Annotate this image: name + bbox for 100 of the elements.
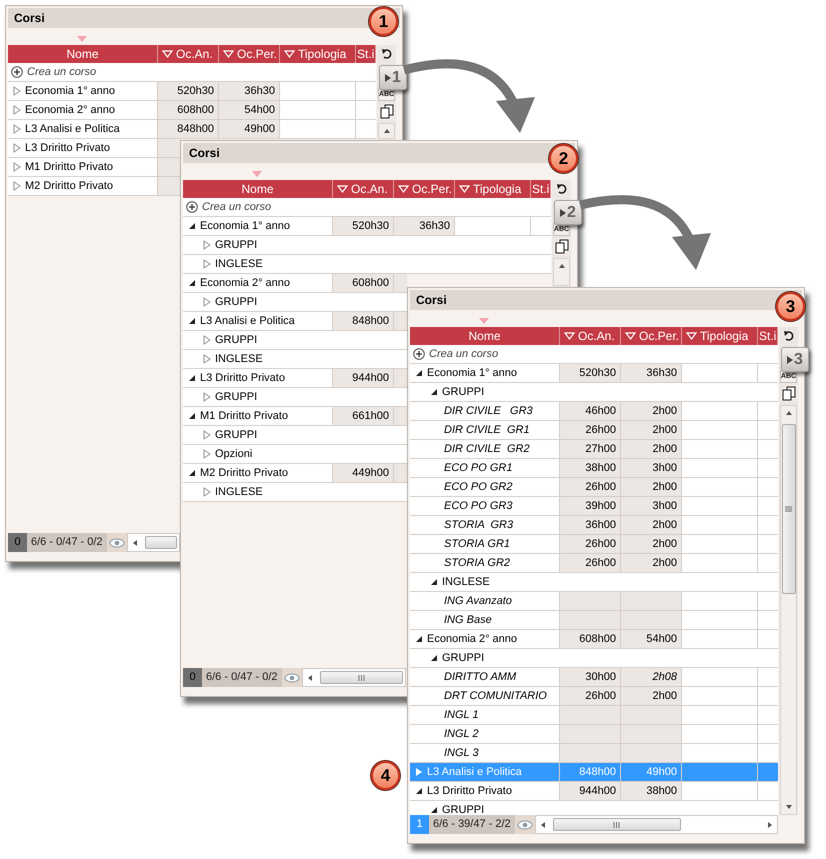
add-icon[interactable]: [186, 201, 198, 213]
collapsed-triangle-icon[interactable]: [203, 297, 211, 307]
expanded-triangle-icon[interactable]: [430, 578, 438, 586]
table-row[interactable]: INGL 3: [410, 744, 778, 763]
column-header[interactable]: St.i: [759, 327, 776, 345]
table-row[interactable]: ING Base: [410, 611, 778, 630]
collapsed-triangle-icon[interactable]: [13, 162, 21, 172]
add-icon[interactable]: [413, 348, 425, 360]
table-row[interactable]: DIRITTO AMM 30h00 2h08: [410, 668, 778, 687]
column-header[interactable]: Tipologia: [298, 45, 346, 63]
create-course-link[interactable]: Crea un corso: [27, 64, 96, 80]
expanded-triangle-icon[interactable]: [430, 388, 438, 396]
table-row[interactable]: INGLESE: [183, 483, 407, 502]
table-row[interactable]: GRUPPI: [183, 388, 407, 407]
table-row[interactable]: Opzioni: [183, 445, 407, 464]
table-row[interactable]: INGLESE: [183, 350, 407, 369]
table-row[interactable]: M2 Driritto Privato: [8, 177, 180, 196]
table-row[interactable]: L3 Driritto Privato 944h00 38h00: [410, 782, 778, 801]
column-header[interactable]: St.i: [532, 180, 550, 198]
vertical-scrollbar[interactable]: [378, 123, 395, 139]
scroll-thumb[interactable]: [144, 536, 177, 549]
expanded-triangle-icon[interactable]: [415, 635, 423, 643]
collapsed-triangle-icon[interactable]: [13, 86, 21, 96]
table-row[interactable]: DIR CIVILE GR1 26h00 2h00: [410, 421, 778, 440]
table-row[interactable]: DIR CIVILE GR3 46h00 2h00: [410, 402, 778, 421]
sort-icon[interactable]: [337, 185, 348, 193]
table-row[interactable]: ING Avanzato: [410, 592, 778, 611]
expanded-triangle-icon[interactable]: [415, 369, 423, 377]
sort-icon[interactable]: [162, 50, 173, 58]
sort-icon[interactable]: [223, 50, 234, 58]
sort-icon[interactable]: [686, 332, 697, 340]
table-row[interactable]: Economia 1° anno 520h30 36h30: [8, 82, 376, 101]
copy-icon[interactable]: [782, 386, 796, 401]
expanded-triangle-icon[interactable]: [415, 787, 423, 795]
table-row[interactable]: INGLESE: [183, 255, 551, 274]
column-header[interactable]: St.i: [357, 45, 374, 63]
column-header[interactable]: Nome: [241, 180, 274, 198]
refresh-icon[interactable]: [380, 48, 392, 60]
scroll-thumb[interactable]: [552, 818, 681, 831]
column-header[interactable]: Tipologia: [700, 327, 748, 345]
column-header[interactable]: Oc.Per.: [639, 327, 680, 345]
table-row[interactable]: STORIA GR3 36h00 2h00: [410, 516, 778, 535]
column-header[interactable]: Nome: [468, 327, 500, 345]
table-row[interactable]: STORIA GR1 26h00 2h00: [410, 535, 778, 554]
table-row[interactable]: DIR CIVILE GR2 27h00 2h00: [410, 440, 778, 459]
collapsed-triangle-icon[interactable]: [13, 105, 21, 115]
scroll-thumb[interactable]: [320, 671, 403, 684]
step-button[interactable]: 1: [379, 65, 407, 90]
table-row[interactable]: Economia 2° anno 608h00: [183, 274, 407, 293]
collapsed-triangle-icon[interactable]: [415, 767, 423, 777]
expanded-triangle-icon[interactable]: [188, 279, 196, 287]
collapsed-triangle-icon[interactable]: [203, 354, 211, 364]
expanded-triangle-icon[interactable]: [188, 469, 196, 477]
table-row[interactable]: INGL 2: [410, 725, 778, 744]
copy-icon[interactable]: [380, 104, 394, 119]
collapsed-triangle-icon[interactable]: [13, 181, 21, 191]
table-row[interactable]: ECO PO GR1 38h00 3h00: [410, 459, 778, 478]
column-header[interactable]: Oc.Per.: [237, 45, 278, 63]
refresh-icon[interactable]: [782, 330, 794, 342]
sort-icon[interactable]: [284, 50, 295, 58]
horizontal-scrollbar[interactable]: [534, 815, 778, 834]
table-row[interactable]: GRUPPI: [410, 383, 778, 402]
scroll-thumb[interactable]: [782, 424, 796, 594]
table-row[interactable]: ECO PO GR3 39h00 3h00: [410, 497, 778, 516]
table-row[interactable]: GRUPPI: [183, 293, 407, 312]
table-row[interactable]: INGLESE: [410, 573, 778, 592]
table-row[interactable]: Economia 2° anno 608h00 54h00: [410, 630, 778, 649]
expanded-triangle-icon[interactable]: [188, 374, 196, 382]
horizontal-scrollbar[interactable]: [302, 668, 406, 687]
table-row[interactable]: INGL 1: [410, 706, 778, 725]
column-header[interactable]: Oc.An.: [578, 327, 615, 345]
column-header[interactable]: Oc.An.: [351, 180, 388, 198]
collapsed-triangle-icon[interactable]: [203, 392, 211, 402]
column-header[interactable]: Nome: [66, 45, 98, 63]
table-row[interactable]: DRT COMUNITARIO 26h00 2h00: [410, 687, 778, 706]
collapsed-triangle-icon[interactable]: [203, 240, 211, 250]
table-row[interactable]: GRUPPI: [410, 801, 778, 815]
table-row[interactable]: Economia 1° anno 520h30 36h30: [183, 217, 551, 236]
expanded-triangle-icon[interactable]: [188, 412, 196, 420]
collapsed-triangle-icon[interactable]: [203, 449, 211, 459]
column-header[interactable]: Tipologia: [473, 180, 522, 198]
step-button[interactable]: 3: [781, 347, 809, 372]
sort-icon[interactable]: [398, 185, 409, 193]
create-course-link[interactable]: Crea un corso: [202, 198, 272, 216]
table-row[interactable]: Economia 2° anno 608h00 54h00: [8, 101, 376, 120]
table-row[interactable]: L3 Driritto Privato 944h00: [183, 369, 407, 388]
copy-icon[interactable]: [554, 239, 568, 254]
step-button[interactable]: 2: [554, 200, 582, 225]
table-row[interactable]: GRUPPI: [183, 236, 551, 255]
vertical-scrollbar[interactable]: [780, 405, 797, 815]
collapsed-triangle-icon[interactable]: [203, 430, 211, 440]
expanded-triangle-icon[interactable]: [430, 806, 438, 814]
horizontal-scrollbar[interactable]: [126, 533, 180, 552]
add-icon[interactable]: [11, 66, 23, 78]
table-row[interactable]: M1 Driritto Privato 661h00: [183, 407, 407, 426]
table-row[interactable]: L3 Analisi e Politica 848h00 49h00: [8, 120, 376, 139]
collapsed-triangle-icon[interactable]: [13, 143, 21, 153]
create-course-link[interactable]: Crea un corso: [429, 346, 498, 362]
expanded-triangle-icon[interactable]: [430, 654, 438, 662]
table-row[interactable]: Economia 1° anno 520h30 36h30: [410, 364, 778, 383]
